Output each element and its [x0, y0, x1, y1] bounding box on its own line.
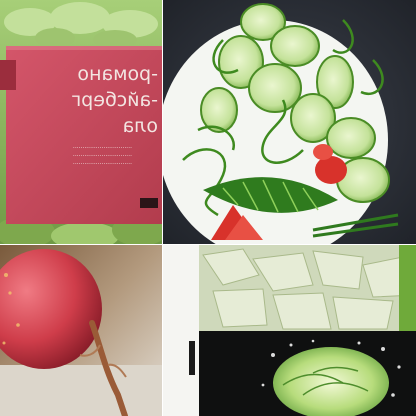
photo-collage: -романо -айсберг ола ···················… [0, 0, 416, 416]
salad-package-image: -романо -айсберг ола ···················… [0, 0, 162, 244]
package-fine-print-1: ······························· [73, 145, 132, 152]
cucumber-salad-photo [163, 0, 416, 244]
package-fine-print-3: ······························· [73, 161, 132, 168]
package-label-line-2: -айсберг [71, 89, 158, 111]
salad-package-photo: -романо -айсберг ола ···················… [0, 0, 162, 244]
package-logo [140, 198, 158, 208]
lettuce-image [163, 245, 416, 416]
cucumber-salad-image [163, 0, 416, 244]
radish-image [0, 245, 162, 416]
package-fine-print-2: ······························· [73, 153, 132, 160]
lettuce-photo [163, 245, 416, 416]
package-label-line-1: -романо [77, 63, 158, 85]
package-label-line-3: ола [123, 115, 158, 137]
radish-photo [0, 245, 162, 416]
